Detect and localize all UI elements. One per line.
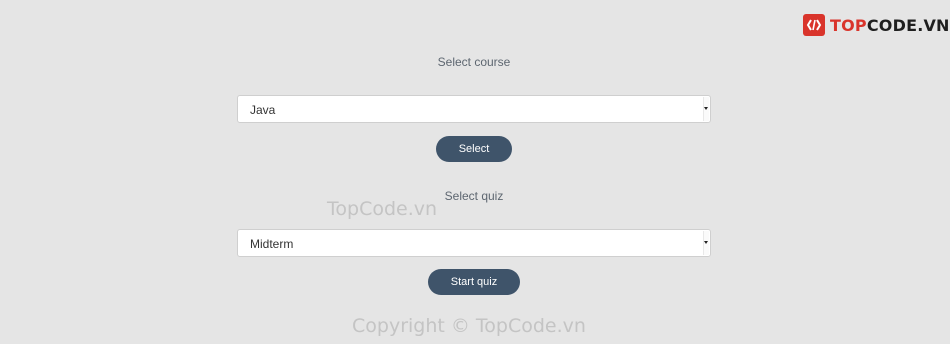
select-course-button[interactable]: Select bbox=[436, 136, 512, 162]
dropdown-arrow-icon bbox=[703, 231, 709, 255]
logo-text: TOPCODE.VN bbox=[830, 15, 950, 35]
course-heading: Select course bbox=[437, 55, 511, 69]
copyright-watermark: Copyright © TopCode.vn bbox=[352, 315, 586, 337]
course-select-value: Java bbox=[250, 103, 276, 117]
dropdown-arrow-icon bbox=[703, 97, 709, 121]
quiz-select-value: Midterm bbox=[250, 237, 294, 251]
code-bracket-icon bbox=[803, 14, 825, 36]
watermark-text: TopCode.vn bbox=[327, 198, 438, 220]
topcode-logo: TOPCODE.VN bbox=[803, 12, 950, 38]
start-quiz-button[interactable]: Start quiz bbox=[428, 269, 520, 295]
quiz-heading: Select quiz bbox=[444, 189, 504, 203]
course-select[interactable]: Java bbox=[237, 95, 711, 123]
quiz-select[interactable]: Midterm bbox=[237, 229, 711, 257]
